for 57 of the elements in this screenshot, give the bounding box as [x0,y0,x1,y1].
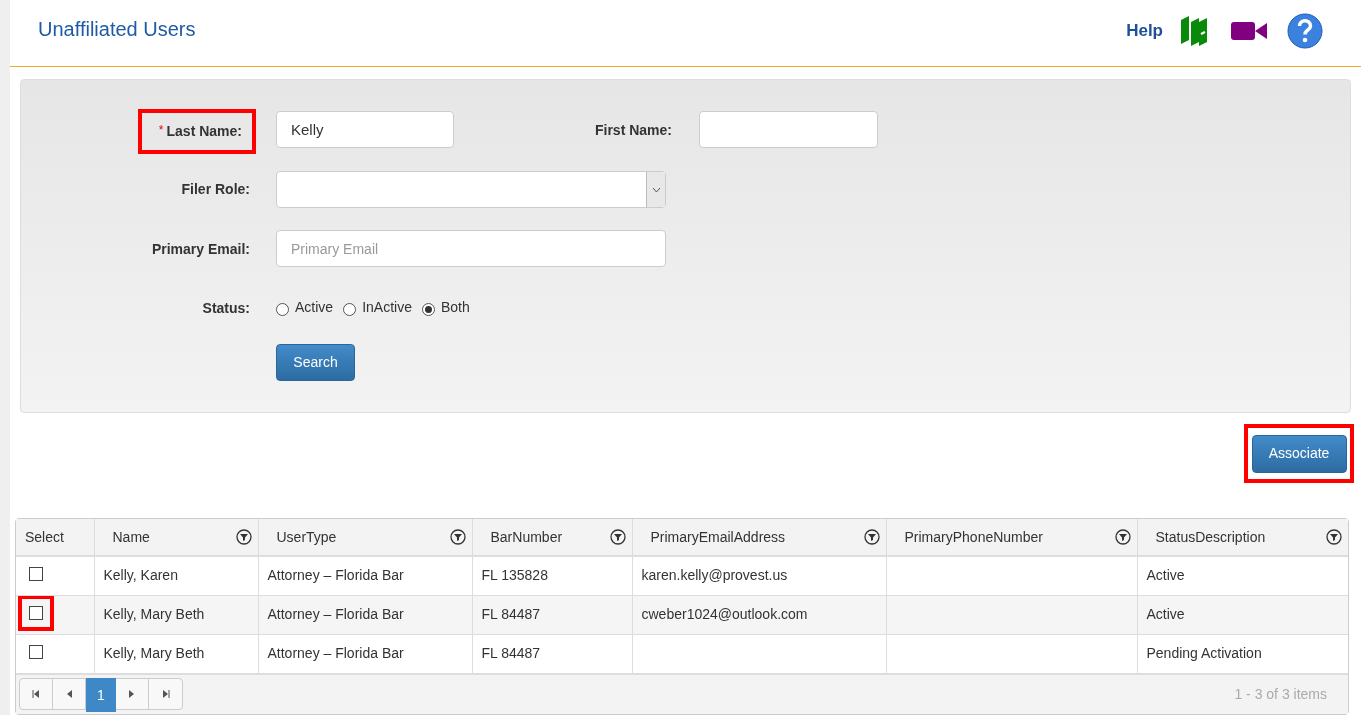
table-cell: Attorney – Florida Bar [267,645,404,661]
video-camera-icon[interactable] [1231,21,1267,41]
associate-button[interactable]: Associate [1251,434,1347,473]
column-header[interactable]: UserType [258,519,472,556]
column-header[interactable]: StatusDescription [1137,519,1348,556]
radio-label: Active [295,298,334,317]
page-title: Unaffiliated Users [38,17,196,42]
last-name-field[interactable]: Kelly [276,111,454,148]
table-cell: FL 84487 [481,606,541,622]
radio-label: InActive [362,298,412,317]
last-page-icon [161,690,170,698]
search-button[interactable]: Search [276,344,355,381]
filter-icon[interactable] [863,529,880,545]
filter-icon[interactable] [1114,529,1131,545]
first-name-field[interactable] [699,111,878,148]
table-cell: cweber1024@outlook.com [641,606,808,622]
filer-role-label: Filer Role: [181,180,250,199]
table-cell: Kelly, Mary Beth [103,645,205,661]
table-cell: Kelly, Mary Beth [103,606,205,622]
column-header[interactable]: BarNumber [472,519,632,556]
pager-summary: 1 - 3 of 3 items [1234,684,1327,704]
first-page-icon [32,690,40,698]
table-cell: FL 135828 [481,567,548,584]
primary-email-label: Primary Email: [151,240,250,259]
radio-button[interactable] [343,302,357,316]
row-checkbox[interactable] [29,605,43,620]
previous-page-icon [66,690,72,698]
table-cell: Pending Activation [1146,645,1262,661]
last-name-label: * Last Name: [158,122,242,141]
filter-icon[interactable] [609,529,626,545]
status-label: Status: [202,299,250,318]
column-header[interactable]: PrimaryEmailAddress [632,519,886,556]
row-checkbox[interactable] [29,566,43,581]
table-cell: Kelly, Karen [103,567,178,584]
table-cell: Active [1146,606,1185,622]
radio-button[interactable] [276,302,289,316]
help-icon[interactable] [1287,13,1323,49]
filter-icon[interactable] [235,529,252,545]
filter-icon[interactable] [449,529,466,545]
table-cell: Active [1146,567,1185,584]
next-page-icon [129,690,135,698]
table-cell: FL 84487 [481,645,541,661]
page-button[interactable]: 1 [86,678,116,712]
chevron-down-icon [651,186,661,193]
radio-button[interactable] [421,302,435,316]
table-cell: Attorney – Florida Bar [267,567,404,584]
column-header[interactable]: Select [16,519,94,556]
table-cell: Attorney – Florida Bar [267,606,404,622]
column-header[interactable]: PrimaryPhoneNumber [886,519,1137,556]
primary-email-field[interactable]: Primary Email [276,230,666,267]
table-cell: karen.kelly@provest.us [641,567,788,584]
filter-icon[interactable] [1326,529,1342,545]
help-link[interactable]: Help [1126,18,1163,44]
first-name-label: First Name: [594,121,672,140]
radio-label: Both [440,298,470,317]
column-header[interactable]: Name [94,519,258,556]
row-checkbox[interactable] [29,644,43,659]
